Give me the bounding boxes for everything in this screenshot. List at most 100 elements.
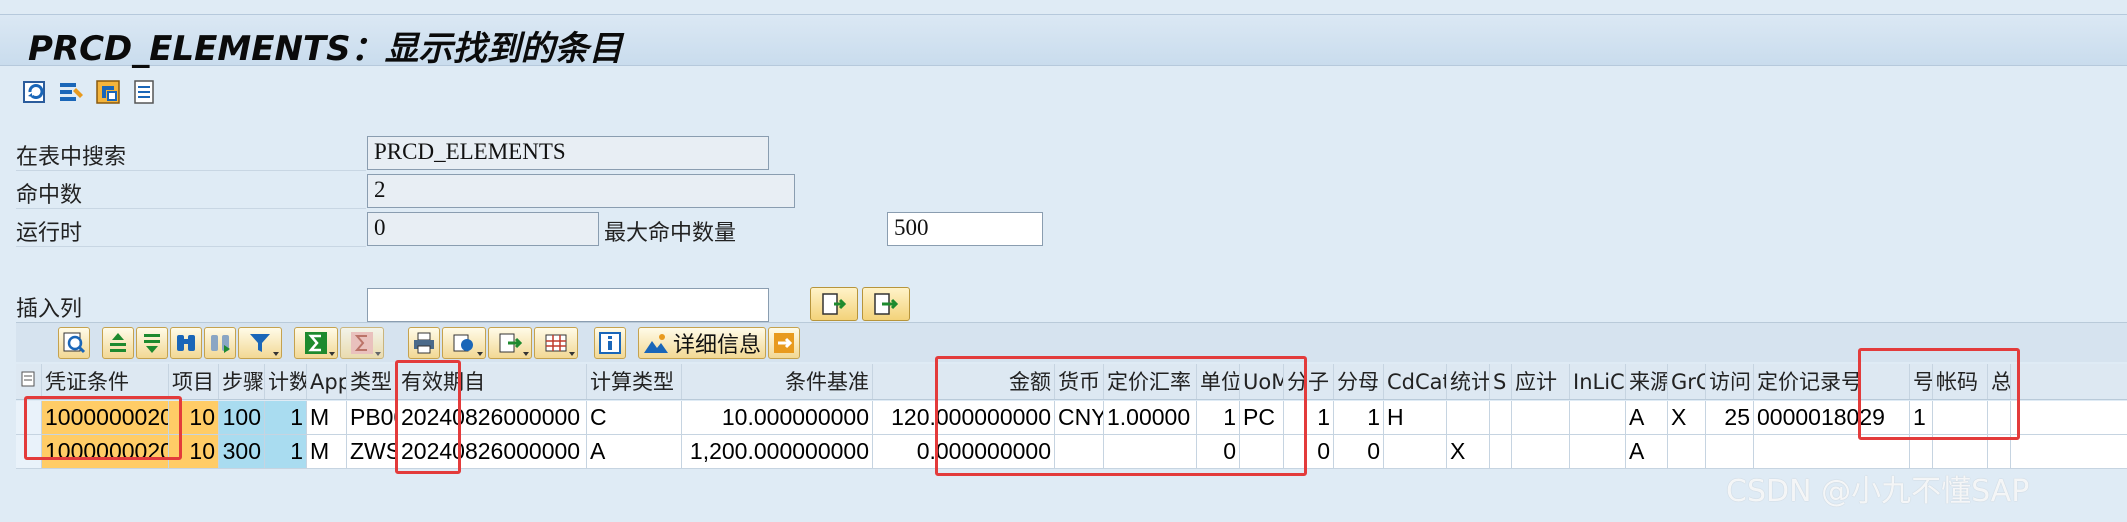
cell-origin[interactable]: A [1626, 435, 1668, 468]
cell-pricing-rate[interactable] [1104, 435, 1197, 468]
cell-counter[interactable]: 1 [265, 401, 307, 434]
row-selector[interactable] [16, 401, 42, 434]
sort-descending-button[interactable] [136, 327, 168, 359]
cell-item[interactable]: 10 [169, 401, 219, 434]
cell-item[interactable]: 10 [169, 435, 219, 468]
subtotal-button[interactable] [340, 327, 384, 359]
cell-numerator[interactable]: 1 [1284, 401, 1334, 434]
cell-pricing-record-no[interactable] [1754, 435, 1910, 468]
column-header-pricing-rate[interactable]: 定价汇率 [1104, 364, 1197, 399]
column-header-calc-type[interactable]: 计算类型 [587, 364, 682, 399]
filter-button[interactable] [238, 327, 282, 359]
cell-access[interactable]: 25 [1706, 401, 1754, 434]
column-header-account-key[interactable]: 帐码 [1933, 364, 1988, 399]
cell-statistical[interactable]: X [1447, 435, 1490, 468]
column-header-pricing-record-no[interactable]: 定价记录号 [1754, 364, 1910, 399]
print-button[interactable] [408, 327, 440, 359]
column-header-numerator[interactable]: 分子 [1284, 364, 1334, 399]
column-header-statistical[interactable]: 统计 [1447, 364, 1490, 399]
cell-no[interactable] [1910, 435, 1933, 468]
cell-app[interactable]: M [307, 401, 347, 434]
insert-column-input[interactable] [367, 288, 769, 322]
cell-accrual[interactable] [1512, 435, 1570, 468]
cell-denominator[interactable]: 1 [1334, 401, 1384, 434]
cell-s[interactable] [1490, 401, 1512, 434]
cell-pricing-record-no[interactable]: 0000018029 [1754, 401, 1910, 434]
detail-info-button[interactable]: 详细信息 [638, 327, 766, 359]
max-hits-input[interactable]: 500 [887, 212, 1043, 246]
cell-currency[interactable]: CNY [1055, 401, 1104, 434]
cell-valid-from[interactable]: 20240826000000 [398, 435, 587, 468]
column-header-app[interactable]: App [307, 364, 347, 399]
column-header-cdcat[interactable]: CdCat [1384, 364, 1447, 399]
export-excel-button[interactable] [768, 327, 800, 359]
column-header-uom[interactable]: UoM [1240, 364, 1284, 399]
cell-inlic[interactable] [1570, 401, 1626, 434]
layout-button[interactable] [534, 327, 578, 359]
cell-grc[interactable] [1668, 435, 1706, 468]
cell-account-key[interactable] [1933, 435, 1988, 468]
cell-uom[interactable] [1240, 435, 1284, 468]
cell-cdcat[interactable] [1384, 435, 1447, 468]
find-button[interactable] [170, 327, 202, 359]
cell-condition-base[interactable]: 1,200.000000000 [682, 435, 873, 468]
table-row[interactable]: 1000000020103001MZWST20240826000000A1,20… [16, 435, 2127, 469]
column-header-inlic[interactable]: InLiC [1570, 364, 1626, 399]
cell-inlic[interactable] [1570, 435, 1626, 468]
column-header-s[interactable]: S [1490, 364, 1512, 399]
cell-account-key[interactable] [1933, 401, 1988, 434]
cell-condition-type[interactable]: ZWST [347, 435, 398, 468]
cell-counter[interactable]: 1 [265, 435, 307, 468]
cell-gl[interactable] [1988, 401, 2011, 434]
cell-step[interactable]: 100 [219, 401, 265, 434]
selection-options-icon[interactable] [56, 76, 88, 108]
column-header-counter[interactable]: 计数 [265, 364, 307, 399]
cell-statistical[interactable] [1447, 401, 1490, 434]
column-header-gl[interactable]: 总帐 [1988, 364, 2011, 399]
info-button[interactable] [594, 327, 626, 359]
cell-grc[interactable]: X [1668, 401, 1706, 434]
row-selector[interactable] [16, 435, 42, 468]
total-button[interactable] [294, 327, 338, 359]
cell-numerator[interactable]: 0 [1284, 435, 1334, 468]
cell-cdcat[interactable]: H [1384, 401, 1447, 434]
cell-unit[interactable]: 1 [1197, 401, 1240, 434]
cell-no[interactable]: 1 [1910, 401, 1933, 434]
remove-column-button[interactable] [862, 287, 910, 321]
column-header-amount[interactable]: 金额 [873, 364, 1055, 399]
insert-column-button[interactable] [810, 287, 858, 321]
sort-ascending-button[interactable] [102, 327, 134, 359]
cell-currency[interactable] [1055, 435, 1104, 468]
cell-calc-type[interactable]: C [587, 401, 682, 434]
cell-condition-base[interactable]: 10.000000000 [682, 401, 873, 434]
column-header-step[interactable]: 步骤 [219, 364, 265, 399]
column-header-condition-base[interactable]: 条件基准 [682, 364, 873, 399]
export-button[interactable] [488, 327, 532, 359]
column-header-denominator[interactable]: 分母 [1334, 364, 1384, 399]
find-next-button[interactable] [204, 327, 236, 359]
cell-app[interactable]: M [307, 435, 347, 468]
select-all-icon[interactable] [16, 364, 42, 399]
table-row[interactable]: 1000000020101001MPB0020240826000000C10.0… [16, 401, 2127, 435]
column-header-condition-type[interactable]: 类型 [347, 364, 398, 399]
cell-valid-from[interactable]: 20240826000000 [398, 401, 587, 434]
list-icon[interactable] [128, 76, 160, 108]
column-header-unit[interactable]: 单位 [1197, 364, 1240, 399]
cell-origin[interactable]: A [1626, 401, 1668, 434]
views-button[interactable] [442, 327, 486, 359]
cell-amount[interactable]: 120.000000000 [873, 401, 1055, 434]
check-table-icon[interactable] [92, 76, 124, 108]
column-header-access[interactable]: 访问 [1706, 364, 1754, 399]
cell-accrual[interactable] [1512, 401, 1570, 434]
column-header-document-condition[interactable]: 凭证条件 [42, 364, 169, 399]
cell-gl[interactable] [1988, 435, 2011, 468]
cell-s[interactable] [1490, 435, 1512, 468]
cell-access[interactable] [1706, 435, 1754, 468]
refresh-icon[interactable] [20, 76, 52, 108]
cell-unit[interactable]: 0 [1197, 435, 1240, 468]
column-header-item[interactable]: 项目 [169, 364, 219, 399]
cell-condition-type[interactable]: PB00 [347, 401, 398, 434]
column-header-valid-from[interactable]: 有效期自 [398, 364, 587, 399]
cell-step[interactable]: 300 [219, 435, 265, 468]
column-header-no[interactable]: 号 [1910, 364, 1933, 399]
